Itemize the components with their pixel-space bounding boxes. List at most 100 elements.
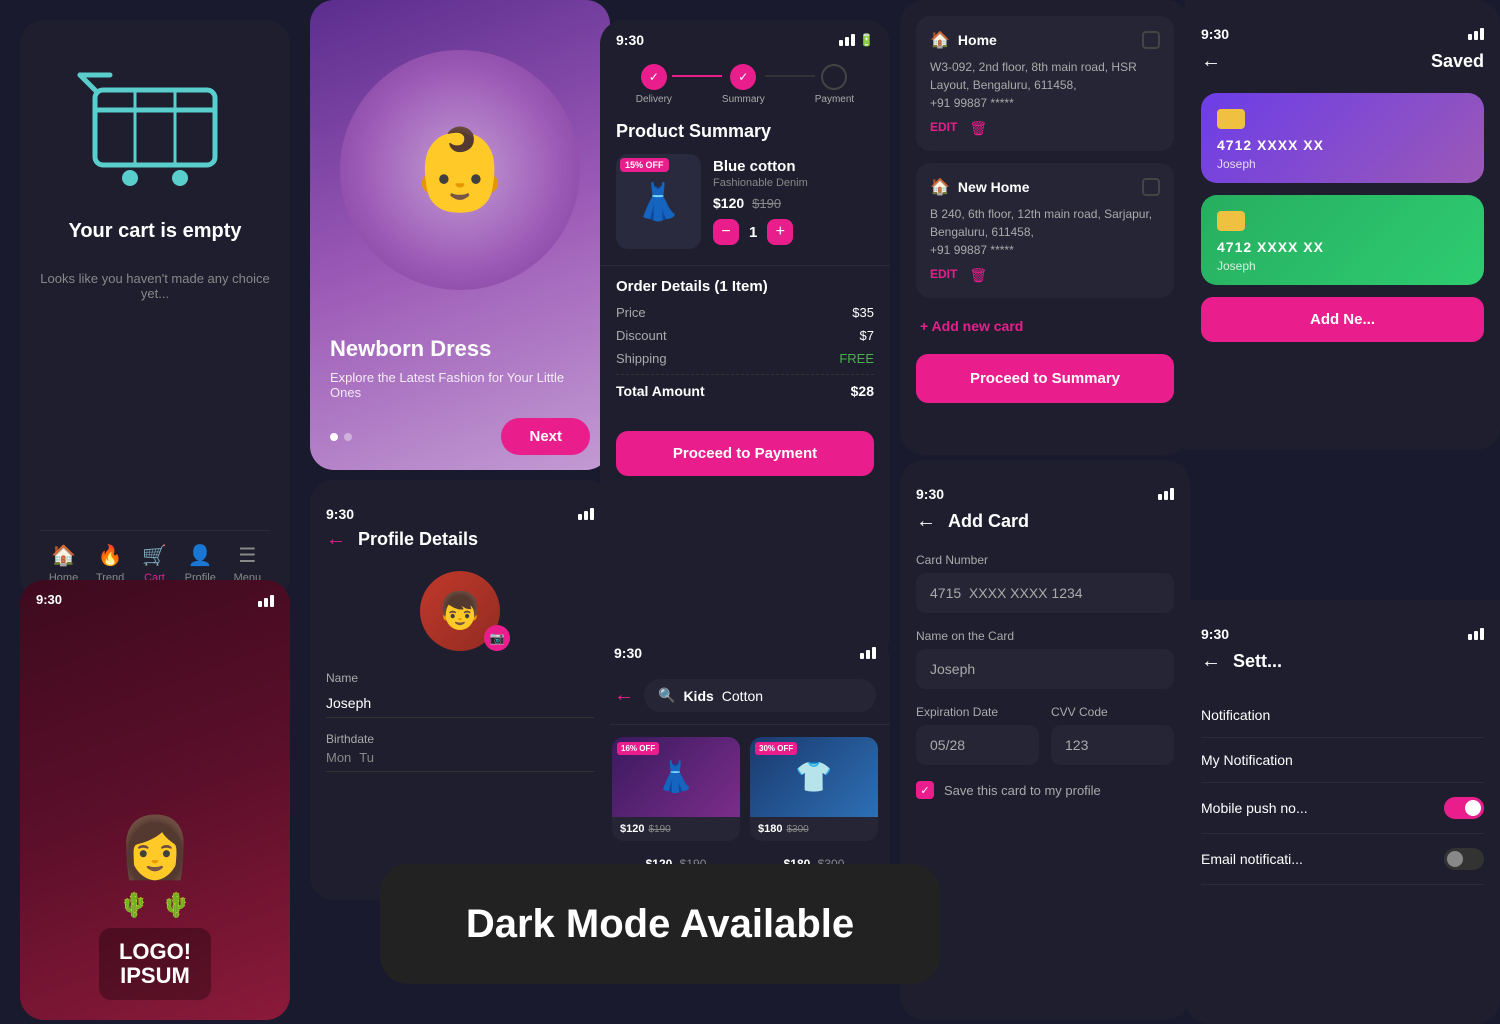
card-number-field: Card Number xyxy=(916,553,1174,613)
next-button[interactable]: Next xyxy=(501,418,590,455)
address-home-edit-button[interactable]: EDIT xyxy=(930,120,957,137)
name-input[interactable] xyxy=(326,689,594,718)
kids-price-old-2: $300 xyxy=(786,824,808,835)
qty-increase-button[interactable]: + xyxy=(767,219,793,245)
tue-label: Tu xyxy=(359,750,374,765)
qty-decrease-button[interactable]: − xyxy=(713,219,739,245)
status-time: 9:30 xyxy=(616,32,644,48)
panel-newborn-dress: 👶 Newborn Dress Explore the Latest Fashi… xyxy=(310,0,610,470)
kids-product-2[interactable]: 30% OFF 👕 $180 $300 xyxy=(750,737,878,841)
expiry-input[interactable] xyxy=(916,725,1039,765)
camera-icon[interactable]: 📷 xyxy=(484,625,510,651)
step-delivery: ✓ Delivery xyxy=(636,64,672,105)
newborn-subtitle: Explore the Latest Fashion for Your Litt… xyxy=(330,370,590,400)
address-newhome-delete-button[interactable]: 🗑 xyxy=(969,267,987,284)
saved-header: ← Saved xyxy=(1201,50,1484,73)
cvv-field: CVV Code xyxy=(1051,705,1174,765)
menu-icon: ☰ xyxy=(238,543,256,568)
status-icons: 🔋 xyxy=(839,33,874,47)
cart-empty-title: Your cart is empty xyxy=(68,220,241,243)
nav-profile[interactable]: 👤 Profile xyxy=(185,543,216,584)
mobile-push-toggle[interactable] xyxy=(1444,797,1484,819)
phone-status-bar: 9:30 🔋 xyxy=(600,20,890,56)
logo-line2: IPSUM xyxy=(119,964,191,988)
panel-profile-details: 9:30 ← Profile Details 👦 📷 Name Birthdat… xyxy=(310,480,610,900)
kids-search-header: ← 🔍 Kids Cotton xyxy=(600,667,890,725)
cvv-input[interactable] xyxy=(1051,725,1174,765)
settings-back-button[interactable]: ← xyxy=(1201,650,1221,673)
panel-red-mobile: 9:30 👩 🌵 🌵 LOGO! IPSUM xyxy=(20,580,290,1020)
r-bar-3 xyxy=(270,595,274,607)
kids-search-bar[interactable]: 🔍 Kids Cotton xyxy=(644,679,876,712)
cactus-icon-1: 🌵 xyxy=(119,891,149,920)
home-icon: 🏠 xyxy=(930,30,950,50)
save-card-check[interactable]: ✓ Save this card to my profile xyxy=(916,781,1174,799)
address-home-checkbox[interactable] xyxy=(1142,31,1160,49)
email-notif-toggle[interactable] xyxy=(1444,848,1484,870)
address-item-home: 🏠 Home W3-092, 2nd floor, 8th main road,… xyxy=(916,16,1174,151)
nav-trend[interactable]: 🔥 Trend xyxy=(96,543,124,584)
kids-product-1-image: 16% OFF 👗 xyxy=(612,737,740,817)
red-time: 9:30 xyxy=(36,592,62,607)
address-home-name: Home xyxy=(958,32,1134,48)
settings-header: ← Sett... xyxy=(1201,650,1484,673)
card-number-purple: 4712 XXXX XX xyxy=(1217,137,1468,153)
nav-cart[interactable]: 🛒 Cart xyxy=(142,543,167,584)
dot-1 xyxy=(330,433,338,441)
panel-order-summary: 9:30 🔋 ✓ Delivery ✓ Summary Payment Prod… xyxy=(600,20,890,660)
cactus-row: 🌵 🌵 xyxy=(119,891,191,920)
credit-card-green[interactable]: 4712 XXXX XX Joseph xyxy=(1201,195,1484,285)
address-newhome-checkbox[interactable] xyxy=(1142,178,1160,196)
addcard-status-bar: 9:30 xyxy=(916,476,1174,510)
cart-empty-state: Your cart is empty Looks like you haven'… xyxy=(40,60,270,301)
card-name-input[interactable] xyxy=(916,649,1174,689)
nav-home[interactable]: 🏠 Home xyxy=(49,543,78,584)
product-card: 15% OFF 👗 Blue cotton Fashionable Denim … xyxy=(600,154,890,265)
total-value: $28 xyxy=(851,383,874,399)
pr-bar-3 xyxy=(590,508,594,520)
total-label: Total Amount xyxy=(616,383,705,399)
my-notification-title: My Notification xyxy=(1201,752,1293,768)
settings-status-bar: 9:30 xyxy=(1201,616,1484,650)
settings-my-notification: My Notification xyxy=(1201,738,1484,783)
proceed-to-summary-button[interactable]: Proceed to Summary xyxy=(916,354,1174,403)
settings-mobile-push: Mobile push no... xyxy=(1201,783,1484,834)
sv-bar-3 xyxy=(1480,28,1484,40)
step-payment-label: Payment xyxy=(815,94,854,105)
addcard-back-button[interactable]: ← xyxy=(916,510,936,533)
saved-back-button[interactable]: ← xyxy=(1201,50,1221,73)
kids-back-button[interactable]: ← xyxy=(614,684,634,707)
saved-title: Saved xyxy=(1431,51,1484,72)
order-details-title: Order Details (1 Item) xyxy=(616,278,874,295)
birthdate-row: Mon Tu xyxy=(326,750,594,772)
save-card-checkbox[interactable]: ✓ xyxy=(916,781,934,799)
settings-email-notif: Email notificati... xyxy=(1201,834,1484,885)
proceed-to-payment-button[interactable]: Proceed to Payment xyxy=(616,431,874,476)
signal-bars xyxy=(839,34,855,46)
credit-card-purple[interactable]: 4712 XXXX XX Joseph xyxy=(1201,93,1484,183)
kids-status-time: 9:30 xyxy=(614,645,642,661)
quantity-value: 1 xyxy=(749,224,757,241)
step-summary-circle: ✓ xyxy=(730,64,756,90)
kids-price-old-1: $190 xyxy=(648,824,670,835)
add-new-card-link[interactable]: + Add new card xyxy=(916,310,1174,342)
separator xyxy=(616,374,874,375)
step-summary: ✓ Summary xyxy=(722,64,765,105)
nav-menu[interactable]: ☰ Menu xyxy=(234,543,262,584)
kids-product-2-info: $180 $300 xyxy=(750,817,878,841)
bar-1 xyxy=(839,40,843,46)
step-line-1 xyxy=(672,75,722,77)
address-home-header: 🏠 Home xyxy=(930,30,1160,50)
ac-bar-3 xyxy=(1170,488,1174,500)
mobile-push-title: Mobile push no... xyxy=(1201,800,1308,816)
card-number-input[interactable] xyxy=(916,573,1174,613)
profile-back-button[interactable]: ← xyxy=(326,528,346,551)
address-home-delete-button[interactable]: 🗑 xyxy=(969,120,987,137)
address-newhome-edit-button[interactable]: EDIT xyxy=(930,267,957,284)
name-label: Name xyxy=(326,671,594,685)
cactus-icon-2: 🌵 xyxy=(161,891,191,920)
add-new-button[interactable]: Add Ne... xyxy=(1201,297,1484,342)
address-newhome-header: 🏠 New Home xyxy=(930,177,1160,197)
addcard-header: ← Add Card xyxy=(916,510,1174,533)
kids-product-1[interactable]: 16% OFF 👗 $120 $190 xyxy=(612,737,740,841)
